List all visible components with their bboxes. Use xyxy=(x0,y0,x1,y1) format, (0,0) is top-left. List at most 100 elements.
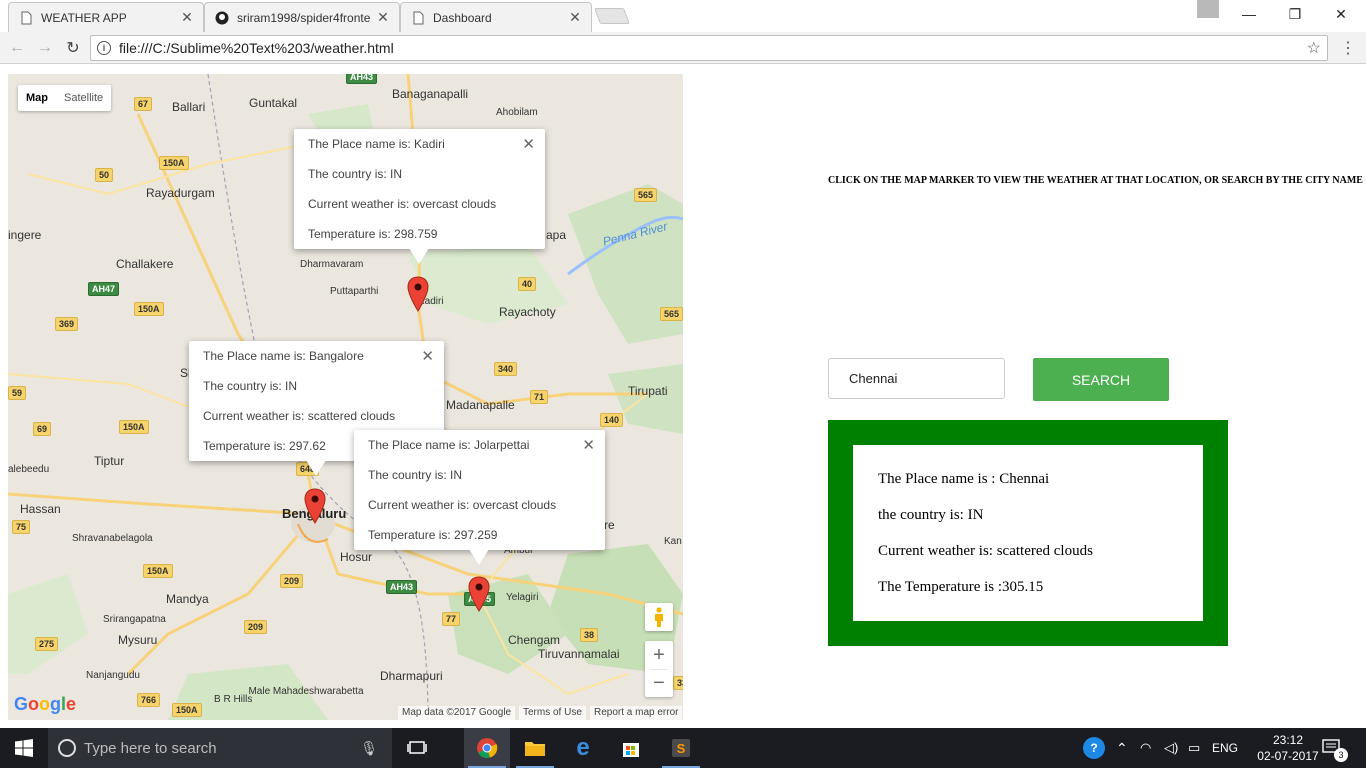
map-type-control: Map Satellite xyxy=(18,85,112,111)
place-label: Srirangapatna xyxy=(103,614,166,625)
street-view-pegman-icon[interactable] xyxy=(645,603,673,631)
place-label: Mysuru xyxy=(118,633,158,647)
info-icon[interactable]: i xyxy=(97,41,111,55)
back-icon[interactable]: ← xyxy=(6,37,28,59)
zoom-out-icon[interactable]: − xyxy=(653,670,665,697)
bookmark-star-icon[interactable]: ☆ xyxy=(1307,38,1321,58)
highway-shield: 150A xyxy=(159,156,189,170)
menu-icon[interactable]: ⋮ xyxy=(1340,38,1356,58)
store-icon[interactable] xyxy=(608,728,654,768)
battery-icon[interactable]: ▭ xyxy=(1188,728,1200,768)
highway-shield: AH43 xyxy=(386,580,418,594)
map-data-attribution: Map data ©2017 Google xyxy=(398,706,516,720)
highway-shield: 369 xyxy=(55,317,79,331)
place-label: alebeedu xyxy=(8,464,50,475)
place-label: Male Mahadeshwarabetta xyxy=(248,686,364,697)
place-label: Tiptur xyxy=(94,454,125,468)
edge-browser-icon[interactable]: e xyxy=(560,728,606,768)
file-explorer-icon[interactable] xyxy=(512,728,558,768)
place-label: Rayadurgam xyxy=(146,186,215,200)
task-view-icon[interactable] xyxy=(400,728,434,768)
google-map[interactable]: Map Satellite Ballari Guntakal Banaganap… xyxy=(8,74,683,720)
highway-shield: 150A xyxy=(119,420,149,434)
result-temperature: The Temperature is :305.15 xyxy=(878,579,1044,595)
weather-result-card: The Place name is : Chennai the country … xyxy=(853,445,1203,621)
map-marker-jolarpettai[interactable] xyxy=(468,576,490,612)
place-label: Kan xyxy=(664,536,682,547)
highway-shield: AH43 xyxy=(346,74,378,84)
taskbar-clock[interactable]: 23:12 02-07-2017 xyxy=(1256,732,1320,764)
notifications-icon[interactable]: 3 xyxy=(1322,728,1348,768)
place-label: Banaganapalli xyxy=(392,87,469,101)
close-icon[interactable]: ✕ xyxy=(582,436,595,454)
report-map-error-link[interactable]: Report a map error xyxy=(590,706,683,720)
highway-shield: 150A xyxy=(134,302,164,316)
result-country: the country is: IN xyxy=(878,507,984,523)
tray-chevron-up-icon[interactable]: ⌃ xyxy=(1116,728,1128,768)
place-label: Tirupati xyxy=(628,384,668,398)
page-icon xyxy=(413,11,424,24)
wifi-icon[interactable]: ◠ xyxy=(1140,728,1151,768)
highway-shield: 75 xyxy=(12,520,31,534)
search-button[interactable]: SEARCH xyxy=(1033,358,1169,401)
tab-github[interactable]: sriram1998/spider4fronte ✕ xyxy=(204,2,400,32)
highway-shield: 565 xyxy=(660,307,683,321)
highway-shield: 209 xyxy=(280,574,304,588)
place-label: Dharmavaram xyxy=(300,259,364,270)
close-window-icon[interactable]: ✕ xyxy=(1318,0,1364,28)
restore-icon[interactable]: ❐ xyxy=(1272,0,1318,28)
clock-date: 02-07-2017 xyxy=(1257,749,1319,763)
city-search-input[interactable] xyxy=(828,358,1005,399)
chrome-taskbar-icon[interactable] xyxy=(464,728,510,768)
tab-dashboard[interactable]: Dashboard ✕ xyxy=(400,2,592,32)
place-label: Ballari xyxy=(172,100,206,114)
svg-text:S: S xyxy=(677,741,686,756)
place-label: Challakere xyxy=(116,257,174,271)
address-bar[interactable]: i file:///C:/Sublime%20Text%203/weather.… xyxy=(90,35,1328,61)
close-icon[interactable]: ✕ xyxy=(377,9,389,26)
close-icon[interactable]: ✕ xyxy=(522,135,535,153)
profile-icon[interactable] xyxy=(1197,0,1219,18)
page-icon xyxy=(21,11,32,24)
windows-taskbar: Type here to search 🎙 e S ? ⌃ ◠ ◁) ▭ ENG… xyxy=(0,728,1366,768)
highway-shield: 150A xyxy=(143,564,173,578)
place-label: Nanjangudu xyxy=(86,670,140,681)
highway-shield: 33 xyxy=(673,676,683,690)
place-label: Madanapalle xyxy=(446,398,515,412)
place-label: Puttaparthi xyxy=(330,286,379,297)
help-tray-icon[interactable]: ? xyxy=(1083,728,1105,768)
map-type-map-button[interactable]: Map xyxy=(18,85,56,111)
forward-icon[interactable]: → xyxy=(34,37,56,59)
highway-shield: 38 xyxy=(580,628,599,642)
volume-icon[interactable]: ◁) xyxy=(1164,728,1178,768)
new-tab-button[interactable] xyxy=(594,8,630,24)
language-indicator[interactable]: ENG xyxy=(1212,728,1238,768)
place-label: Shravanabelagola xyxy=(72,533,153,544)
close-icon[interactable]: ✕ xyxy=(421,347,434,365)
close-icon[interactable]: ✕ xyxy=(181,9,193,26)
url-text: file:///C:/Sublime%20Text%203/weather.ht… xyxy=(119,40,394,56)
info-country: The country is: IN xyxy=(368,468,463,482)
weather-result-frame: The Place name is : Chennai the country … xyxy=(828,420,1228,646)
place-label: Dharmapuri xyxy=(380,669,443,683)
clock-time: 23:12 xyxy=(1272,733,1304,747)
tab-weather-app[interactable]: WEATHER APP ✕ xyxy=(8,2,204,32)
map-marker-kadiri[interactable] xyxy=(407,276,429,312)
highway-shield: 150A xyxy=(172,703,202,717)
map-marker-bangalore[interactable] xyxy=(304,488,326,524)
close-icon[interactable]: ✕ xyxy=(569,9,581,26)
info-window-jolarpettai: ✕ The Place name is: Jolarpettai The cou… xyxy=(354,430,605,565)
info-place: The Place name is: Jolarpettai xyxy=(368,438,530,452)
taskbar-search-box[interactable]: Type here to search 🎙 xyxy=(48,728,392,768)
minimize-icon[interactable]: — xyxy=(1226,0,1272,28)
reload-icon[interactable]: ↻ xyxy=(62,37,84,59)
sublime-text-icon[interactable]: S xyxy=(658,728,704,768)
tab-title: sriram1998/spider4fronte xyxy=(237,10,371,25)
notification-count: 3 xyxy=(1334,748,1348,762)
windows-start-icon[interactable] xyxy=(0,728,48,768)
terms-of-use-link[interactable]: Terms of Use xyxy=(519,706,586,720)
map-type-satellite-button[interactable]: Satellite xyxy=(56,85,111,111)
microphone-icon[interactable]: 🎙 xyxy=(360,740,378,757)
zoom-in-icon[interactable]: + xyxy=(653,642,665,669)
place-label: Chengam xyxy=(508,633,561,647)
